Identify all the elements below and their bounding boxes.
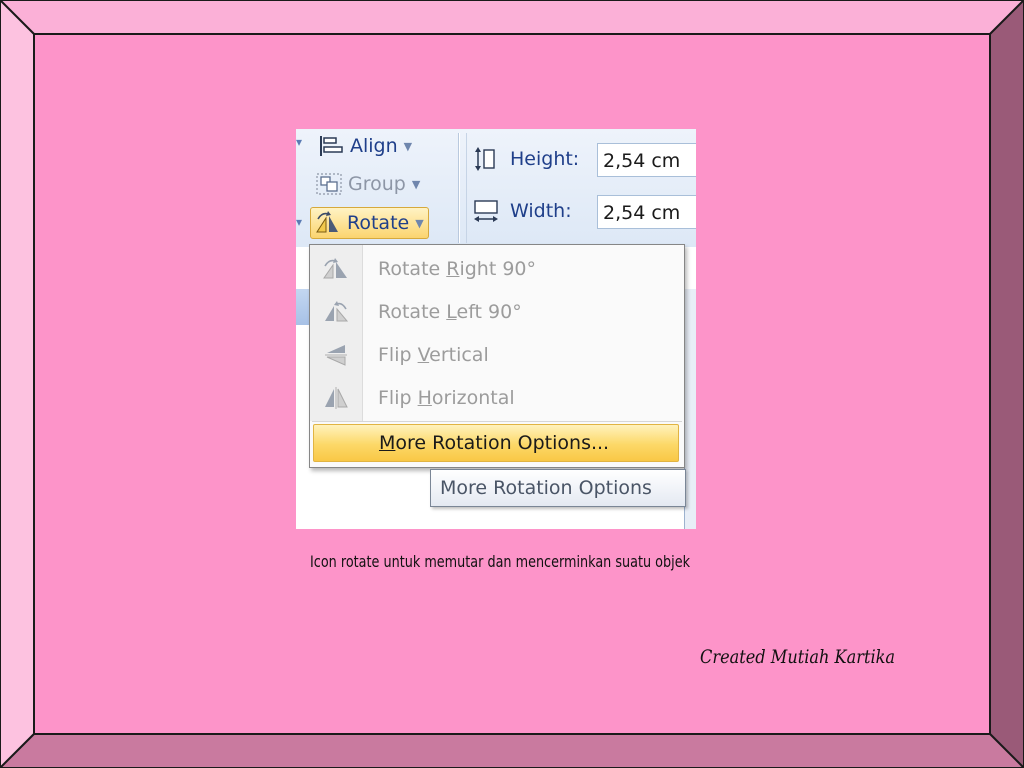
menu-item-label: Rotate Right 90° bbox=[378, 257, 537, 280]
group-label: Group bbox=[348, 173, 406, 195]
chevron-down-icon: ▼ bbox=[403, 139, 413, 153]
frame-top-bevel bbox=[0, 0, 1024, 35]
rotate-left-icon bbox=[310, 299, 362, 325]
more-rotation-options-tooltip: More Rotation Options bbox=[430, 469, 686, 507]
menu-item-label: More Rotation Options... bbox=[379, 432, 610, 454]
ribbon-arrange-group: ▾ ▾ Align ▼ Group ▼ Rotate ▼ Height: 2,5… bbox=[296, 129, 696, 247]
chevron-down-icon: ▼ bbox=[411, 177, 421, 191]
align-button[interactable]: Align ▼ bbox=[316, 131, 412, 161]
frame-left-bevel bbox=[0, 0, 35, 768]
width-label: Width: bbox=[472, 197, 572, 225]
cut-off-dropdown-arrow: ▾ bbox=[296, 135, 303, 149]
flip-horizontal-icon bbox=[310, 385, 362, 411]
shape-width-icon bbox=[474, 200, 498, 222]
group-button[interactable]: Group ▼ bbox=[314, 169, 420, 199]
menu-item-label: Rotate Left 90° bbox=[378, 300, 522, 323]
rotate-menu-screenshot: ▾ ▾ Align ▼ Group ▼ Rotate ▼ Height: 2,5… bbox=[296, 129, 696, 529]
author-credit: Created Mutiah Kartika bbox=[700, 646, 896, 668]
align-icon bbox=[320, 136, 343, 156]
height-label-text: Height: bbox=[510, 148, 580, 170]
menu-item-flip-horizontal[interactable]: Flip Horizontal bbox=[310, 376, 684, 419]
ribbon-divider bbox=[458, 133, 459, 243]
shape-height-icon bbox=[475, 147, 495, 171]
menu-item-label: Flip Horizontal bbox=[378, 386, 515, 409]
width-input[interactable]: 2,54 cm bbox=[597, 195, 696, 229]
align-label: Align bbox=[350, 135, 398, 157]
ribbon-divider bbox=[466, 133, 467, 243]
chevron-down-icon: ▼ bbox=[415, 216, 424, 230]
group-icon bbox=[316, 173, 342, 195]
flip-vertical-icon bbox=[310, 342, 362, 368]
menu-item-rotate-right[interactable]: Rotate Right 90° bbox=[310, 247, 684, 290]
frame-right-bevel bbox=[989, 0, 1024, 768]
slide-caption: Icon rotate untuk memutar dan mencermink… bbox=[310, 552, 690, 571]
frame-bottom-bevel bbox=[0, 733, 1024, 768]
rotate-button[interactable]: Rotate ▼ bbox=[310, 207, 429, 239]
menu-item-flip-vertical[interactable]: Flip Vertical bbox=[310, 333, 684, 376]
rotate-right-icon bbox=[310, 256, 362, 282]
height-label: Height: bbox=[472, 145, 579, 173]
menu-item-more-rotation-options[interactable]: More Rotation Options... bbox=[313, 424, 679, 462]
height-input[interactable]: 2,54 cm bbox=[597, 143, 696, 177]
width-label-text: Width: bbox=[510, 200, 572, 222]
menu-separator bbox=[312, 421, 682, 422]
rotate-label: Rotate bbox=[347, 212, 410, 234]
rotate-icon bbox=[316, 211, 338, 233]
menu-item-rotate-left[interactable]: Rotate Left 90° bbox=[310, 290, 684, 333]
rotate-dropdown-menu: Rotate Right 90° Rotate Left 90° Flip Ve… bbox=[309, 244, 685, 468]
cut-off-dropdown-arrow: ▾ bbox=[296, 215, 303, 229]
menu-item-label: Flip Vertical bbox=[378, 343, 489, 366]
